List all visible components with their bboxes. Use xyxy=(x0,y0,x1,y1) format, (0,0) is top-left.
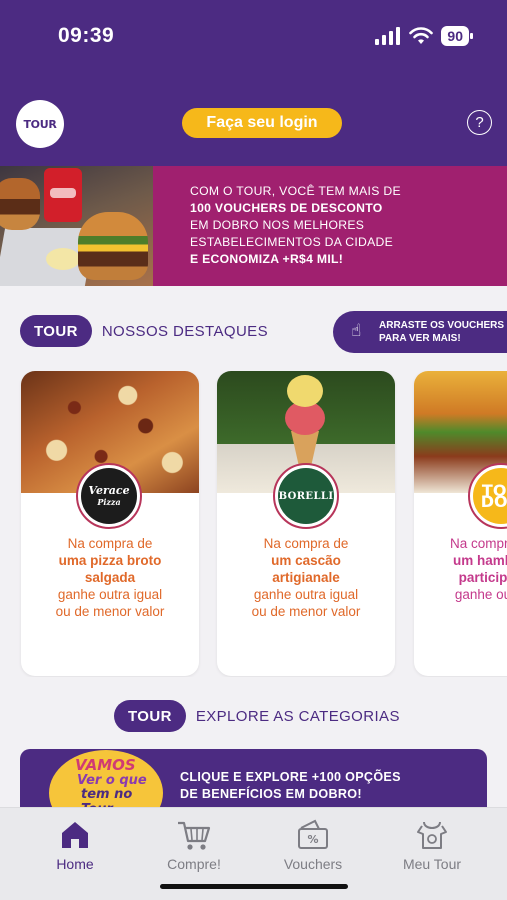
offer-line: um cascão xyxy=(271,553,341,568)
offer-line: Na compra de xyxy=(67,536,153,551)
app-header: TOUR Faça seu login ? xyxy=(0,72,507,166)
offer-line: artigianale xyxy=(272,570,340,585)
voucher-card[interactable]: Verace Pizza Na compra de uma pizza broto… xyxy=(21,371,199,676)
offer-line: ou de menor valor xyxy=(55,604,165,619)
voucher-icon: % xyxy=(298,819,328,849)
svg-text:%: % xyxy=(307,833,318,846)
tab-compre[interactable]: Compre! xyxy=(139,818,249,872)
brand-logo: BORELLI xyxy=(273,463,339,529)
banner-line: E ECONOMIZA +R$4 MIL! xyxy=(190,252,344,266)
status-time: 09:39 xyxy=(58,24,115,47)
battery-icon: 90 xyxy=(441,26,473,46)
tab-label: Compre! xyxy=(167,856,221,872)
banner-line: 100 VOUCHERS DE DESCONTO xyxy=(190,201,383,215)
help-icon[interactable]: ? xyxy=(467,110,492,135)
categories-banner[interactable]: VAMOS Ver o que tem no Tour CLIQUE E EXP… xyxy=(20,749,487,807)
offer-line: Na compra de xyxy=(263,536,349,551)
offer-line: particip xyxy=(458,570,507,585)
meu-tour-icon xyxy=(417,821,447,849)
swipe-hand-icon: ☝ xyxy=(351,321,362,340)
tab-label: Home xyxy=(56,856,94,872)
tour-pill: TOUR xyxy=(114,700,186,732)
voucher-card[interactable]: BORELLI Na compra de um cascão artigiana… xyxy=(217,371,395,676)
vamos-logo: VAMOS Ver o que tem no Tour xyxy=(49,750,163,807)
signal-icon xyxy=(375,27,401,45)
offer-text: Na compra de uma pizza broto salgada gan… xyxy=(21,535,199,620)
highlights-header: TOUR NOSSOS DESTAQUES xyxy=(20,315,268,347)
banner-line: COM O TOUR, VOCÊ TEM MAIS DE xyxy=(190,184,401,198)
status-indicators: 90 xyxy=(375,26,473,46)
highlights-title: NOSSOS DESTAQUES xyxy=(101,322,268,340)
voucher-carousel[interactable]: Verace Pizza Na compra de uma pizza broto… xyxy=(0,371,507,677)
home-indicator xyxy=(160,884,348,889)
offer-line: ou de menor valor xyxy=(251,604,361,619)
tab-label: Vouchers xyxy=(283,856,343,872)
tab-meu-tour[interactable]: Meu Tour xyxy=(377,818,487,872)
categories-header: TOUR EXPLORE AS CATEGORIAS xyxy=(114,700,400,732)
categories-line: DE BENEFÍCIOS EM DOBRO! xyxy=(180,787,362,801)
tour-pill: TOUR xyxy=(20,315,92,347)
tab-label: Meu Tour xyxy=(402,856,462,872)
wifi-icon xyxy=(409,27,434,44)
banner-food-image xyxy=(0,166,153,286)
banner-line: EM DOBRO NOS MELHORES xyxy=(190,218,365,232)
tour-logo: TOUR xyxy=(16,100,64,148)
offer-line: salgada xyxy=(84,570,136,585)
tab-vouchers[interactable]: % Vouchers xyxy=(258,818,368,872)
tab-home[interactable]: Home xyxy=(20,818,130,872)
banner-text: COM O TOUR, VOCÊ TEM MAIS DE 100 VOUCHER… xyxy=(190,183,401,268)
home-icon xyxy=(62,822,88,848)
swipe-hint-line: PARA VER MAIS! xyxy=(379,333,461,344)
offer-text: Na compra de um cascão artigianale ganhe… xyxy=(217,535,395,620)
swipe-hint: ☝ ARRASTE OS VOUCHERS PARA VER MAIS! xyxy=(333,311,507,353)
offer-line: uma pizza broto xyxy=(58,553,162,568)
cart-icon xyxy=(178,821,211,850)
offer-line: Na compra xyxy=(449,536,507,551)
categories-banner-text: CLIQUE E EXPLORE +100 OPÇÕES DE BENEFÍCI… xyxy=(180,769,401,803)
offer-line: ganhe ou xyxy=(454,587,507,602)
voucher-card[interactable]: TOODOO Na compra um hamb particip ganhe … xyxy=(414,371,507,676)
login-button[interactable]: Faça seu login xyxy=(182,108,342,138)
categories-title: EXPLORE AS CATEGORIAS xyxy=(195,707,400,725)
status-bar: 09:39 90 xyxy=(0,0,507,72)
brand-logo: Verace Pizza xyxy=(76,463,142,529)
offer-line: um hamb xyxy=(452,553,507,568)
offer-text: Na compra um hamb particip ganhe ou xyxy=(414,535,507,603)
swipe-hint-line: ARRASTE OS VOUCHERS xyxy=(379,320,505,331)
categories-line: CLIQUE E EXPLORE +100 OPÇÕES xyxy=(180,770,401,784)
offer-line: ganhe outra igual xyxy=(57,587,163,602)
banner-line: ESTABELECIMENTOS DA CIDADE xyxy=(190,235,394,249)
offer-line: ganhe outra igual xyxy=(253,587,359,602)
promo-banner[interactable]: COM O TOUR, VOCÊ TEM MAIS DE 100 VOUCHER… xyxy=(0,166,507,286)
